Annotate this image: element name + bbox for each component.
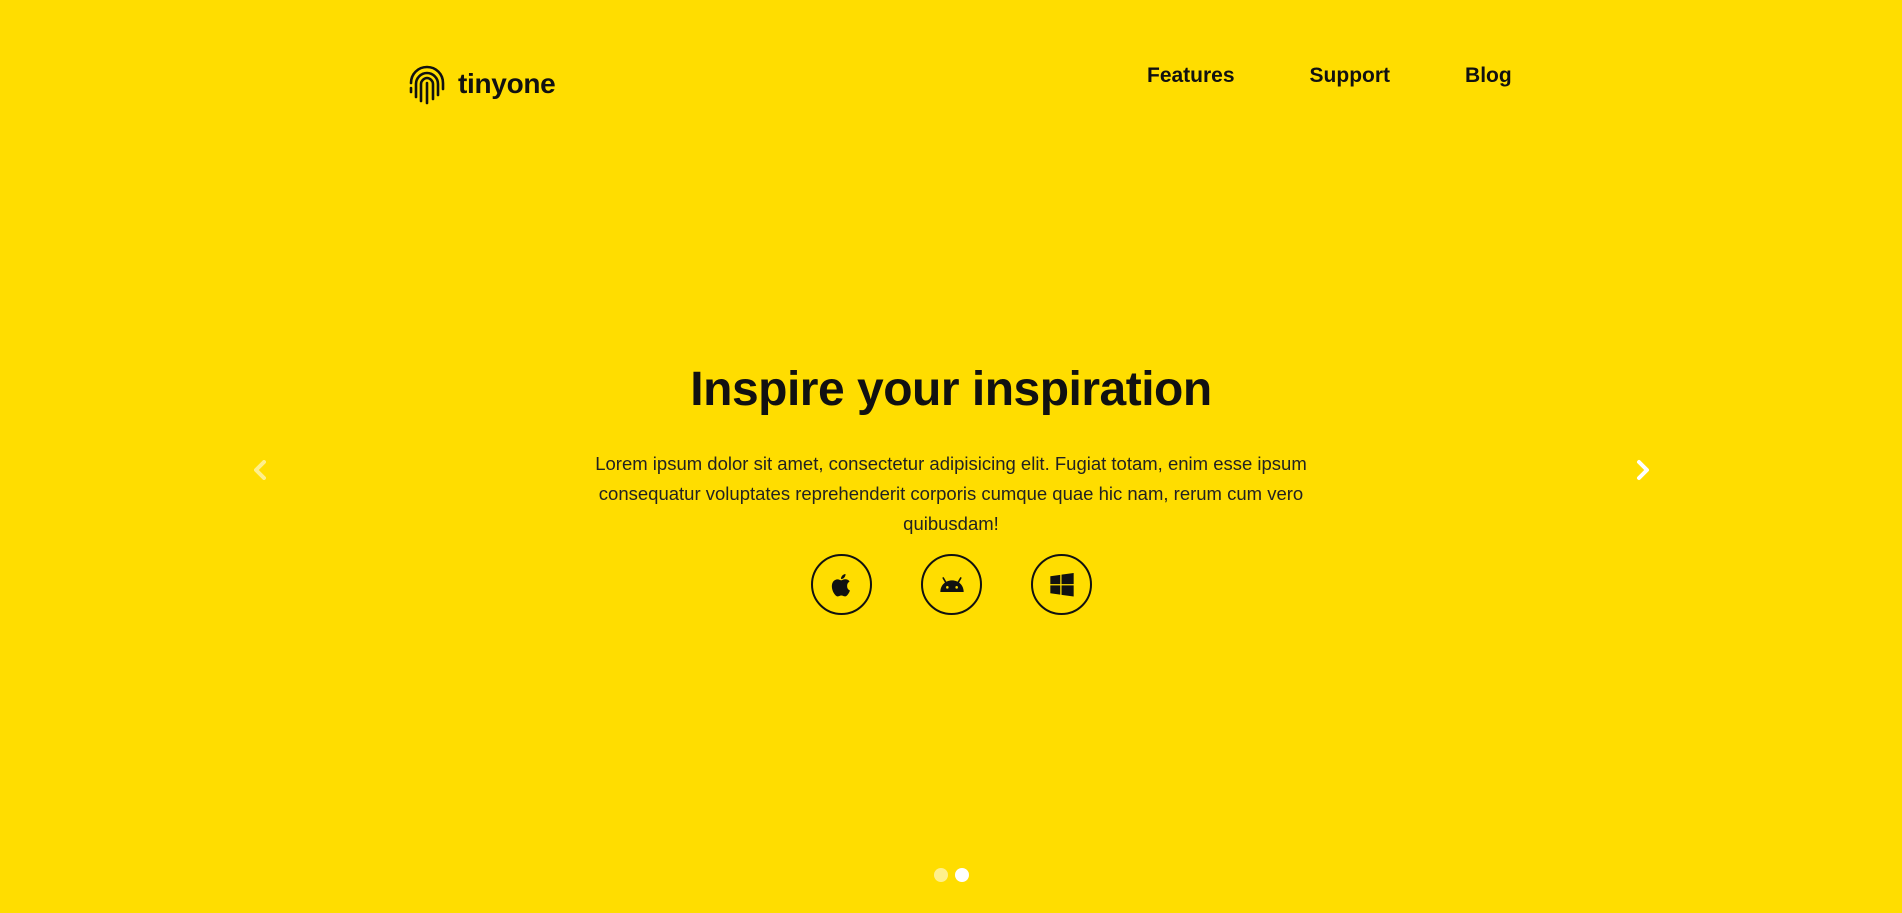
- hero-description: Lorem ipsum dolor sit amet, consectetur …: [595, 453, 1307, 534]
- apple-icon: [831, 573, 850, 596]
- nav-item-blog[interactable]: Blog: [1465, 62, 1512, 90]
- windows-store-button[interactable]: [1031, 554, 1092, 615]
- main-nav: Features Support Blog: [1147, 62, 1512, 90]
- windows-icon: [1049, 572, 1074, 597]
- brand-name: tinyone: [458, 68, 556, 99]
- chevron-left-icon: [254, 460, 266, 480]
- nav-item-features[interactable]: Features: [1147, 62, 1235, 90]
- chevron-right-icon: [1637, 460, 1649, 480]
- carousel-indicator-2[interactable]: [955, 868, 969, 882]
- carousel-indicator-1[interactable]: [934, 868, 948, 882]
- carousel-next-button[interactable]: [1628, 455, 1658, 485]
- android-icon: [939, 576, 964, 592]
- brand-logo[interactable]: tinyone: [406, 63, 556, 105]
- hero-title: Inspire your inspiration: [690, 363, 1212, 416]
- carousel-indicators: [934, 868, 969, 882]
- fingerprint-icon: [409, 65, 445, 105]
- android-store-button[interactable]: [921, 554, 982, 615]
- apple-store-button[interactable]: [811, 554, 872, 615]
- platform-buttons: [811, 554, 1092, 615]
- landing-page: tinyone Features Support Blog Inspire yo…: [0, 0, 1902, 913]
- nav-item-support[interactable]: Support: [1310, 62, 1390, 90]
- carousel-prev-button[interactable]: [245, 455, 275, 485]
